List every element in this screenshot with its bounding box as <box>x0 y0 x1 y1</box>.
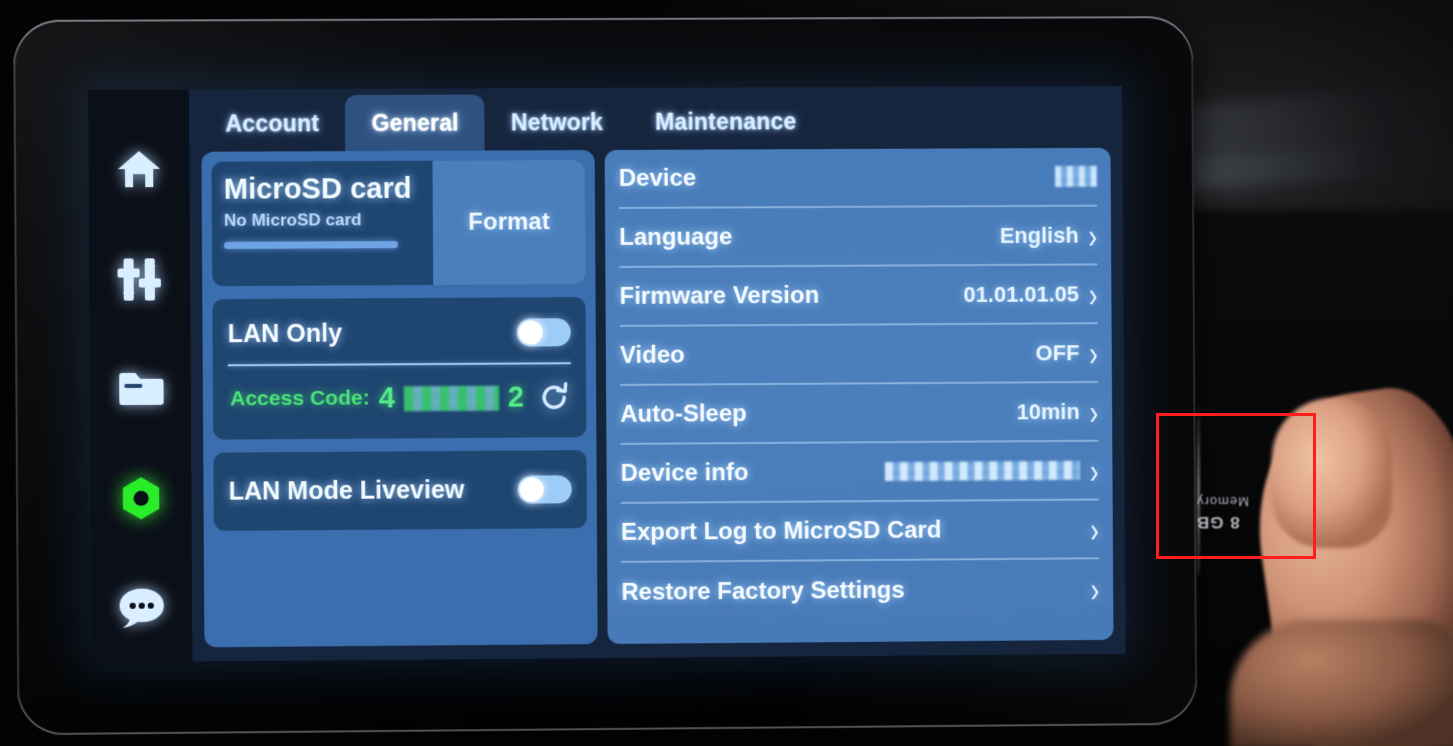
photo-scene: Account General Network Maintenance Micr… <box>0 0 1453 746</box>
setting-value-group: › <box>1091 568 1100 608</box>
setting-value-group: 01.01.01.05 › <box>963 274 1097 314</box>
settings-list-panel: Device Language English › Firmware Versi… <box>604 147 1114 645</box>
sidebar-item-files[interactable] <box>90 334 191 444</box>
setting-row-device[interactable]: Device <box>618 147 1097 209</box>
format-button[interactable]: Format <box>432 160 586 285</box>
gear-hexagon-icon <box>118 475 165 521</box>
chevron-right-icon: › <box>1089 449 1099 491</box>
sidebar-item-settings[interactable] <box>90 443 191 553</box>
folder-icon <box>117 370 164 408</box>
microsd-status: No MicroSD card <box>223 209 362 230</box>
setting-label: Firmware Version <box>619 281 820 310</box>
lan-liveview-widget: LAN Mode Liveview <box>213 450 587 531</box>
setting-value-group <box>1055 165 1097 187</box>
microsd-title: MicroSD card <box>223 172 412 206</box>
lan-only-row: LAN Only <box>228 309 571 357</box>
chevron-right-icon: › <box>1088 214 1098 256</box>
sidebar-nav <box>88 89 193 663</box>
chevron-right-icon: › <box>1089 332 1098 373</box>
setting-row-export-log[interactable]: Export Log to MicroSD Card › <box>620 500 1100 563</box>
access-code-row: Access Code: 4 2 <box>228 380 571 416</box>
tab-general[interactable]: General <box>345 94 486 152</box>
setting-row-video[interactable]: Video OFF › <box>619 324 1099 386</box>
microsd-info: MicroSD card No MicroSD card <box>212 161 434 286</box>
lan-only-toggle[interactable] <box>516 318 571 347</box>
setting-value-group: OFF › <box>1035 332 1098 372</box>
lan-liveview-label: LAN Mode Liveview <box>228 475 465 506</box>
setting-value-group: › <box>1090 509 1099 549</box>
setting-value: 10min <box>1016 398 1080 424</box>
device-info-value-redacted-block <box>885 460 1081 482</box>
microsd-card-widget: MicroSD card No MicroSD card Format <box>211 160 586 287</box>
refresh-icon[interactable] <box>537 380 571 414</box>
setting-value-group: › <box>885 450 1099 490</box>
device-screen: Account General Network Maintenance Micr… <box>88 86 1126 663</box>
setting-label: Export Log to MicroSD Card <box>620 516 942 546</box>
setting-value: English <box>999 222 1079 248</box>
setting-label: Device <box>618 164 697 192</box>
setting-label: Restore Factory Settings <box>621 576 905 606</box>
lan-liveview-toggle[interactable] <box>517 475 572 504</box>
home-icon <box>116 149 163 191</box>
lan-only-widget: LAN Only Access Code: 4 2 <box>212 297 587 440</box>
setting-label: Video <box>619 341 685 369</box>
lan-only-toggle-knob <box>518 320 543 345</box>
tab-network[interactable]: Network <box>485 94 630 151</box>
setting-label: Auto-Sleep <box>620 399 747 428</box>
chevron-right-icon: › <box>1090 568 1100 609</box>
setting-label: Device info <box>620 458 749 487</box>
settings-body: Account General Network Maintenance Micr… <box>188 86 1126 662</box>
setting-row-restore-factory[interactable]: Restore Factory Settings › <box>621 559 1099 622</box>
setting-row-firmware-version[interactable]: Firmware Version 01.01.01.05 › <box>619 265 1098 327</box>
lan-liveview-toggle-knob <box>519 477 544 502</box>
microsd-capacity-bar <box>224 240 398 249</box>
hand <box>1230 620 1453 746</box>
setting-row-language[interactable]: Language English › <box>618 206 1098 268</box>
sliders-icon <box>117 256 162 302</box>
settings-content: MicroSD card No MicroSD card Format LAN … <box>189 147 1126 662</box>
sidebar-item-messages[interactable] <box>91 552 192 662</box>
setting-row-auto-sleep[interactable]: Auto-Sleep 10min › <box>620 382 1099 445</box>
tablet-device: Account General Network Maintenance Micr… <box>13 16 1198 736</box>
left-settings-panel: MicroSD card No MicroSD card Format LAN … <box>201 150 598 648</box>
device-value-redacted-block <box>1055 165 1097 187</box>
chat-bubble-icon <box>117 586 166 629</box>
sidebar-item-controls[interactable] <box>89 225 190 335</box>
tab-maintenance[interactable]: Maintenance <box>629 93 822 150</box>
tab-bar: Account General Network Maintenance <box>188 86 1123 152</box>
setting-value: OFF <box>1035 339 1080 365</box>
lan-only-label: LAN Only <box>227 319 343 348</box>
chevron-right-icon: › <box>1090 508 1100 550</box>
lan-only-divider <box>227 362 571 367</box>
setting-row-device-info[interactable]: Device info › <box>620 441 1099 504</box>
sidebar-item-home[interactable] <box>88 116 189 226</box>
setting-value-group: English › <box>999 215 1098 255</box>
setting-value: 01.01.01.05 <box>963 280 1080 307</box>
access-code-suffix: 2 <box>507 381 525 414</box>
fingertip <box>1272 398 1392 548</box>
setting-value-group: 10min › <box>1016 391 1098 431</box>
tab-account[interactable]: Account <box>199 95 346 152</box>
lan-liveview-row: LAN Mode Liveview <box>228 466 572 514</box>
chevron-right-icon: › <box>1088 273 1098 315</box>
chevron-right-icon: › <box>1089 391 1099 432</box>
access-code-prefix: 4 <box>378 381 395 414</box>
access-code-label: Access Code: <box>230 386 370 411</box>
setting-label: Language <box>619 222 733 251</box>
access-code-redacted-block <box>403 385 500 411</box>
